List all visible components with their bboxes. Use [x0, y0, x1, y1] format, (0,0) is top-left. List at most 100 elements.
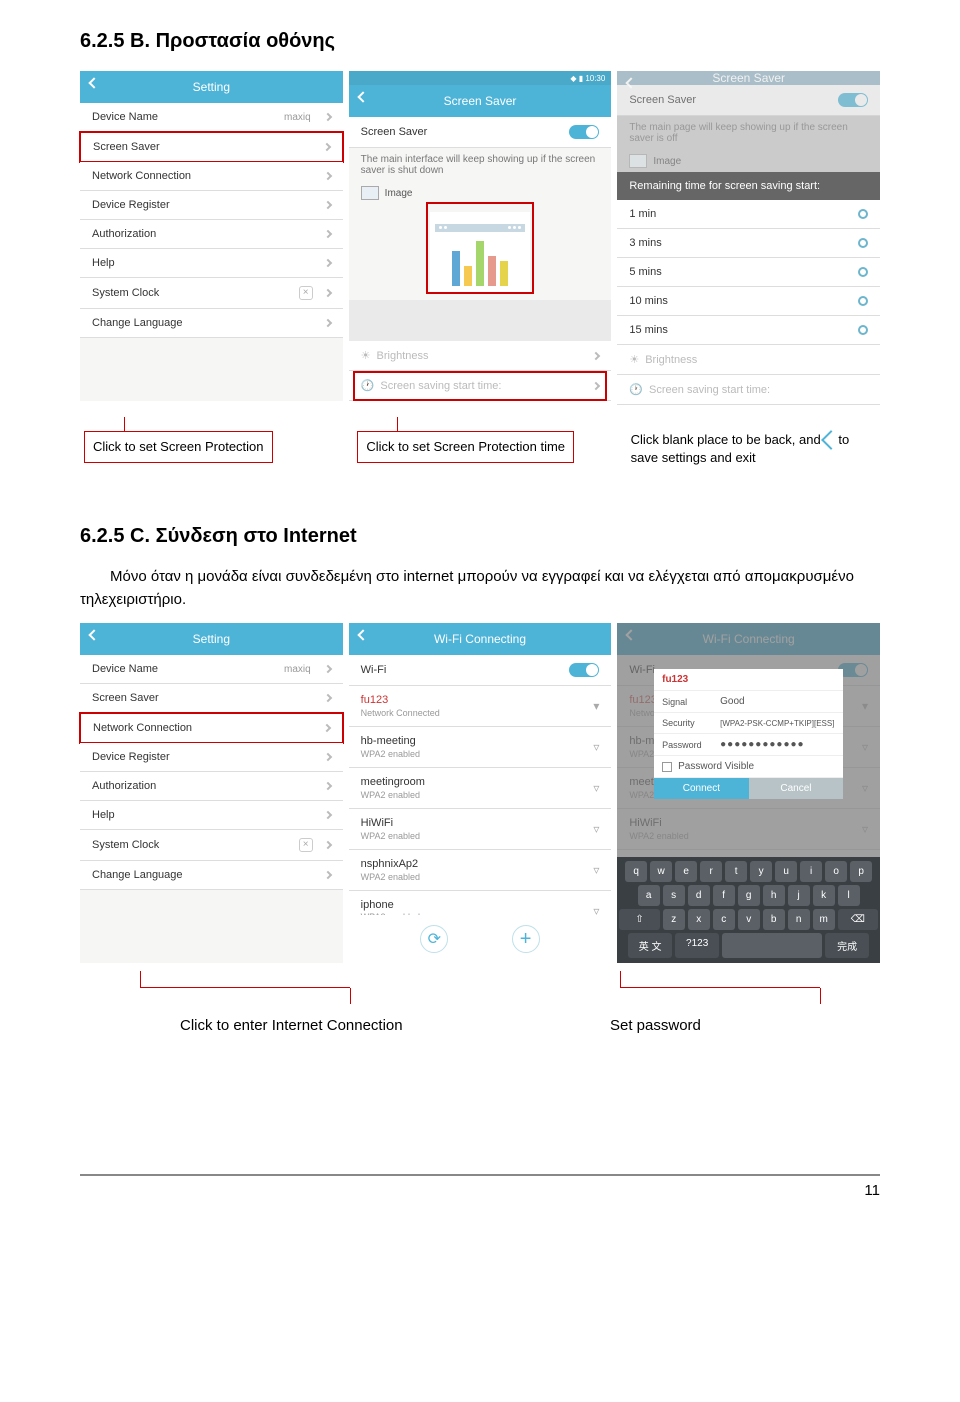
refresh-button[interactable]: ⟳: [420, 925, 448, 953]
label: Image: [653, 156, 681, 167]
modal-pw-visible[interactable]: Password Visible: [654, 756, 843, 778]
label: Device Register: [92, 751, 170, 763]
row-screensaver-toggle[interactable]: Screen Saver: [349, 117, 612, 148]
row-authorization[interactable]: Authorization: [80, 220, 343, 249]
opt-10mins[interactable]: 10 mins: [617, 287, 880, 316]
opt-3mins[interactable]: 3 mins: [617, 229, 880, 258]
key-j[interactable]: j: [788, 885, 810, 906]
key-c[interactable]: c: [713, 909, 735, 930]
key-t[interactable]: t: [725, 861, 747, 882]
key-lang[interactable]: 英 文: [628, 933, 672, 958]
key-numeric[interactable]: ?123: [675, 933, 719, 958]
key-x[interactable]: x: [688, 909, 710, 930]
opt-15mins[interactable]: 15 mins: [617, 316, 880, 345]
row-help[interactable]: Help: [80, 801, 343, 830]
row-device-register[interactable]: Device Register: [80, 191, 343, 220]
toggle-on-icon[interactable]: [569, 663, 599, 677]
wifi-network-row[interactable]: iphoneWPA2 enabled▿: [349, 891, 612, 915]
row-authorization[interactable]: Authorization: [80, 772, 343, 801]
topbar: Setting: [80, 623, 343, 655]
key-⌫[interactable]: ⌫: [838, 909, 878, 930]
back-icon[interactable]: [359, 93, 373, 107]
password-field[interactable]: ●●●●●●●●●●●●: [720, 739, 804, 750]
key-i[interactable]: i: [800, 861, 822, 882]
key-v[interactable]: v: [738, 909, 760, 930]
key-w[interactable]: w: [650, 861, 672, 882]
chevron-right-icon: [323, 172, 331, 180]
screensaver-time-modal-screenshot: Screen Saver Screen Saver The main page …: [617, 71, 880, 401]
key-a[interactable]: a: [638, 885, 660, 906]
key-⇧[interactable]: ⇧: [619, 909, 659, 930]
modal-title: Remaining time for screen saving start:: [617, 172, 880, 200]
label: System Clock: [92, 287, 159, 299]
back-icon[interactable]: [359, 631, 373, 645]
add-network-button[interactable]: +: [512, 925, 540, 953]
label: Screen Saver: [92, 692, 159, 704]
row-screen-saver[interactable]: Screen Saver: [79, 131, 344, 163]
row-system-clock[interactable]: System Clock ×: [80, 830, 343, 861]
modal-security: Security[WPA2-PSK-CCMP+TKIP][ESS]: [654, 713, 843, 734]
screensaver-desc: The main page will keep showing up if th…: [617, 116, 880, 150]
key-q[interactable]: q: [625, 861, 647, 882]
key-f[interactable]: f: [713, 885, 735, 906]
row-network[interactable]: Network Connection: [80, 162, 343, 191]
key-done[interactable]: 完成: [825, 933, 869, 958]
key-k[interactable]: k: [813, 885, 835, 906]
row-wifi-toggle[interactable]: Wi-Fi: [349, 655, 612, 686]
key-d[interactable]: d: [688, 885, 710, 906]
modal-password[interactable]: Password●●●●●●●●●●●●: [654, 734, 843, 756]
caption-text: Click to set Screen Protection time: [357, 431, 574, 463]
connect-button[interactable]: Connect: [654, 778, 749, 799]
row-change-language[interactable]: Change Language: [80, 861, 343, 890]
key-s[interactable]: s: [663, 885, 685, 906]
caption-text-a: Click blank place to be back, and: [631, 432, 825, 447]
wifi-network-row[interactable]: HiWiFiWPA2 enabled▿: [349, 809, 612, 850]
row-brightness[interactable]: ☀Brightness: [349, 341, 612, 371]
key-z[interactable]: z: [663, 909, 685, 930]
key-m[interactable]: m: [813, 909, 835, 930]
wifi-signal-icon: ▾: [593, 699, 599, 713]
opt-5mins[interactable]: 5 mins: [617, 258, 880, 287]
key-g[interactable]: g: [738, 885, 760, 906]
chevron-right-icon: [323, 871, 331, 879]
wifi-network-row[interactable]: meetingroomWPA2 enabled▿: [349, 768, 612, 809]
row-screen-saver[interactable]: Screen Saver: [80, 684, 343, 713]
back-icon[interactable]: [90, 79, 104, 93]
row-system-clock[interactable]: System Clock ×: [80, 278, 343, 309]
chevron-right-icon: [323, 289, 331, 297]
key-l[interactable]: l: [838, 885, 860, 906]
back-icon[interactable]: [90, 631, 104, 645]
key-o[interactable]: o: [825, 861, 847, 882]
section-title-2: 6.2.5 C. Σύνδεση στο Internet: [80, 525, 880, 548]
screensaver-figures: Setting Device Name maxiq Screen Saver N…: [80, 71, 880, 401]
opt-1min[interactable]: 1 min: [617, 200, 880, 229]
screensaver-detail-screenshot: ◆ ▮ 10:30 Screen Saver Screen Saver The …: [349, 71, 612, 401]
wifi-network-row[interactable]: hb-meetingWPA2 enabled▿: [349, 727, 612, 768]
cancel-button[interactable]: Cancel: [749, 778, 844, 799]
wifi-network-row[interactable]: fu123Network Connected▾: [349, 686, 612, 727]
key-space[interactable]: [722, 933, 822, 958]
key-n[interactable]: n: [788, 909, 810, 930]
label: Help: [92, 257, 115, 269]
row-device-name[interactable]: Device Name maxiq: [80, 655, 343, 684]
key-r[interactable]: r: [700, 861, 722, 882]
row-change-language[interactable]: Change Language: [80, 309, 343, 338]
key-h[interactable]: h: [763, 885, 785, 906]
key-e[interactable]: e: [675, 861, 697, 882]
row-network[interactable]: Network Connection: [79, 712, 344, 744]
label: Wi-Fi: [361, 664, 387, 676]
label: Change Language: [92, 869, 183, 881]
toggle-on-icon[interactable]: [569, 125, 599, 139]
row-device-register[interactable]: Device Register: [80, 743, 343, 772]
checkbox-icon[interactable]: [662, 762, 672, 772]
row-help[interactable]: Help: [80, 249, 343, 278]
wifi-network-row[interactable]: nsphnixAp2WPA2 enabled▿: [349, 850, 612, 891]
row-image[interactable]: Image: [349, 182, 612, 204]
key-y[interactable]: y: [750, 861, 772, 882]
row-brightness-dim: ☀Brightness: [617, 345, 880, 375]
key-u[interactable]: u: [775, 861, 797, 882]
soft-keyboard[interactable]: qwertyuiop asdfghjkl ⇧zxcvbnm⌫ 英 文 ?123 …: [617, 857, 880, 963]
key-p[interactable]: p: [850, 861, 872, 882]
key-b[interactable]: b: [763, 909, 785, 930]
row-device-name[interactable]: Device Name maxiq: [80, 103, 343, 132]
